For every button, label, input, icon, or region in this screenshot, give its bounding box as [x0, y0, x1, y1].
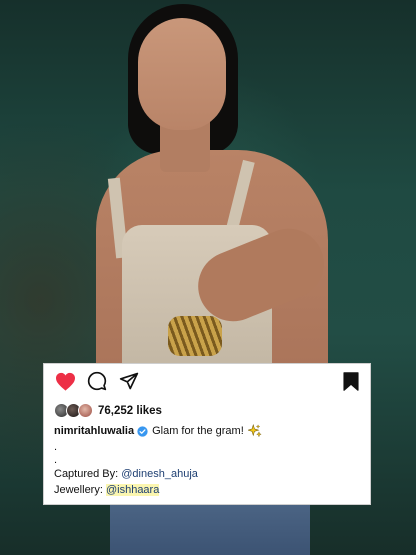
- credit-jewellery: Jewellery: @ishhaara: [54, 484, 160, 496]
- comment-button[interactable]: [86, 370, 108, 392]
- caption-text: Glam for the gram!: [152, 425, 244, 437]
- caption-username[interactable]: nimritahluwalia: [54, 425, 134, 437]
- credit-jewellery-label: Jewellery:: [54, 484, 103, 496]
- mention-photographer-link[interactable]: @dinesh_ahuja: [121, 468, 198, 480]
- likes-row: 76,252 likes: [54, 402, 162, 420]
- bookmark-icon: [343, 371, 359, 391]
- likes-count[interactable]: 76,252 likes: [98, 405, 162, 417]
- photo-face: [138, 18, 226, 130]
- post-card: 76,252 likes nimritahluwalia Glam for th…: [43, 363, 371, 505]
- avatar: [78, 403, 93, 418]
- comment-icon: [87, 371, 107, 391]
- sparkles-icon: [247, 424, 262, 438]
- credit-photographer: Captured By: @dinesh_ahuja: [54, 468, 198, 480]
- photo-bangles: [168, 316, 222, 356]
- mention-jewellery-link[interactable]: @ishhaara: [105, 484, 160, 496]
- share-button[interactable]: [118, 370, 140, 392]
- liked-by-avatars[interactable]: [54, 403, 96, 419]
- caption-spacer-dot: .: [54, 441, 58, 453]
- photo-shorts: [110, 498, 310, 555]
- verified-badge-icon: [137, 425, 148, 437]
- heart-filled-icon: [55, 372, 75, 391]
- paper-plane-icon: [119, 372, 139, 390]
- credit-photographer-label: Captured By:: [54, 468, 119, 480]
- post-actions: [54, 370, 360, 392]
- caption-row: nimritahluwalia Glam for the gram!: [54, 424, 262, 438]
- caption-spacer-dot: .: [54, 454, 58, 466]
- like-button[interactable]: [54, 370, 76, 392]
- save-button[interactable]: [340, 370, 362, 392]
